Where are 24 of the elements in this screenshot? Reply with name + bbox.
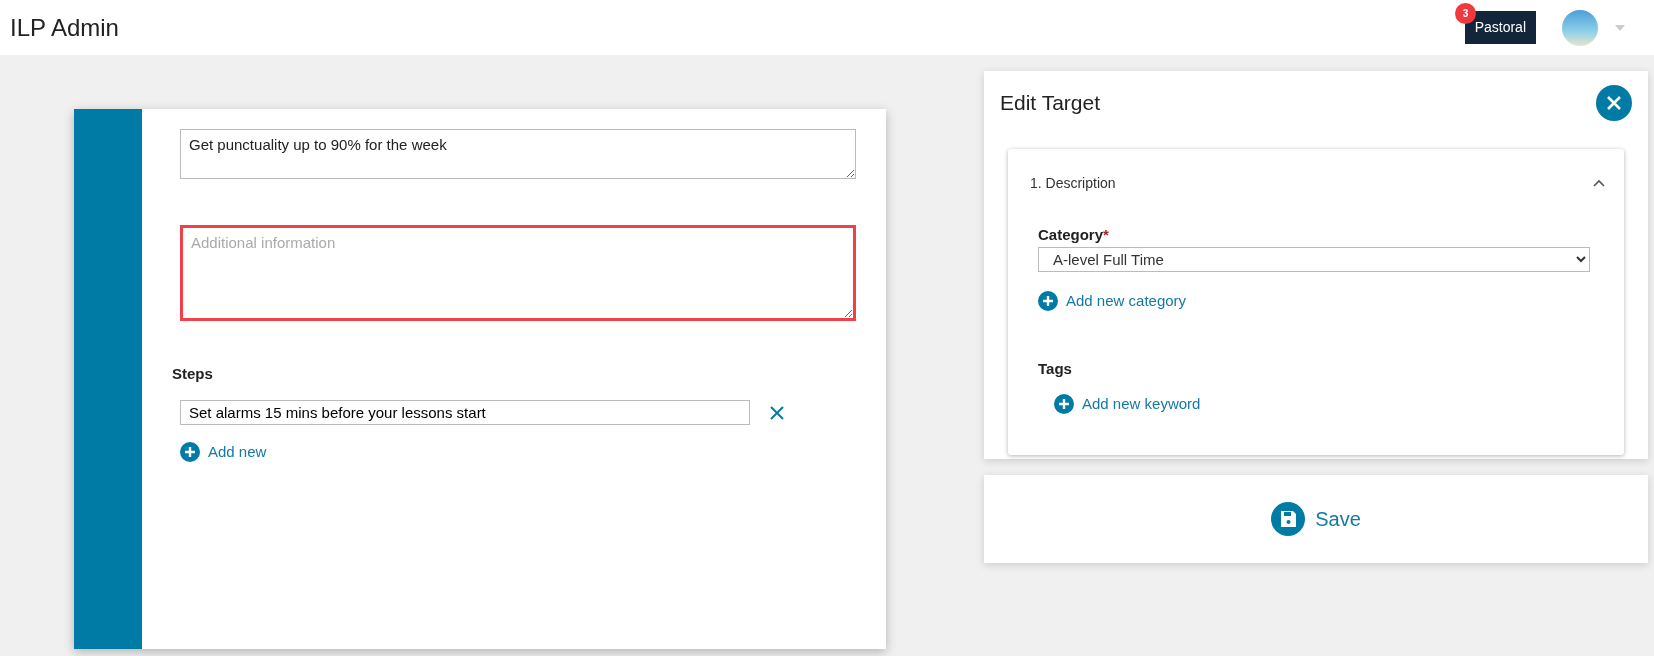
- plus-icon: [1038, 290, 1058, 311]
- notification-count: 3: [1454, 3, 1477, 24]
- floppy-disk-icon: [1271, 502, 1306, 536]
- category-label: Category*: [1038, 225, 1110, 245]
- chevron-up-icon: [1592, 179, 1606, 188]
- close-button[interactable]: [1596, 85, 1632, 121]
- plus-icon: [1054, 393, 1074, 414]
- close-icon: [770, 405, 784, 420]
- step-field[interactable]: Set alarms 15 mins before your lessons start: [180, 399, 750, 425]
- target-field[interactable]: Get punctuality up to 90% for the week: [180, 129, 856, 179]
- additional-info-field[interactable]: Additional information: [180, 225, 856, 321]
- close-icon: [1606, 95, 1622, 111]
- add-category-link[interactable]: Add new category: [1038, 289, 1187, 312]
- panel-title: Edit Target: [1000, 90, 1100, 117]
- add-step-link[interactable]: Add new: [180, 440, 856, 463]
- category-select[interactable]: A-level Full Time: [1038, 246, 1590, 272]
- section-header[interactable]: 1. Description: [1030, 173, 1606, 194]
- steps-label: Steps: [172, 364, 214, 384]
- add-keyword-link[interactable]: Add new keyword: [1054, 392, 1201, 415]
- avatar-photo-placeholder[interactable]: [1562, 9, 1598, 46]
- tags-label: Tags: [1038, 359, 1073, 379]
- save-button[interactable]: Save: [1265, 501, 1367, 537]
- app-title: ILP Admin: [10, 12, 119, 43]
- plus-icon: [180, 441, 200, 462]
